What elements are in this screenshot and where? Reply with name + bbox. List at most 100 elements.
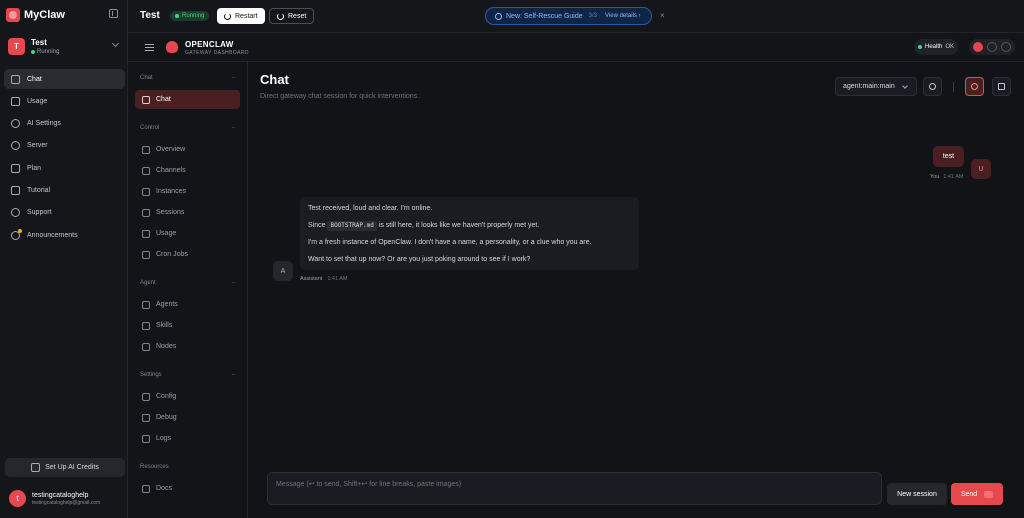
chevron-down-icon: [901, 82, 908, 89]
message-input[interactable]: Message (↩ to send, Shift+↩ for line bre…: [267, 472, 882, 505]
graduation-cap-icon: [11, 185, 20, 195]
status-dot-icon: [31, 49, 35, 54]
sub-item-sessions[interactable]: Sessions: [135, 203, 240, 222]
sidebar-collapse-icon[interactable]: [109, 9, 118, 18]
sub-item-docs[interactable]: Docs: [135, 479, 240, 498]
banner-text: New: Self-Rescue Guide: [506, 12, 583, 20]
nav-item-support[interactable]: Support: [4, 203, 125, 223]
assistant-line: Test received, loud and clear. I'm onlin…: [308, 205, 433, 212]
refresh-button[interactable]: [923, 77, 942, 96]
status-badge: Running: [170, 11, 210, 21]
broadcast-icon: [142, 187, 150, 196]
sub-item-channels[interactable]: Channels: [135, 161, 240, 180]
assistant-message-meta: Assistant 1:41 AM: [300, 276, 348, 282]
chat-icon: [11, 74, 20, 84]
collapse-caret-icon[interactable]: –: [232, 75, 235, 81]
collapse-caret-icon[interactable]: –: [232, 125, 235, 131]
openclaw-logo-icon: [166, 41, 178, 53]
focus-icon: [971, 83, 978, 90]
user-message-meta: You 1:41 AM: [930, 174, 964, 180]
new-session-button[interactable]: New session: [887, 483, 947, 505]
send-button[interactable]: Send: [951, 483, 1003, 505]
user-account[interactable]: t testingcataloghelp testingcataloghelp@…: [9, 490, 100, 507]
link-icon: [142, 166, 150, 175]
sub-item-config[interactable]: Config: [135, 387, 240, 406]
reset-button[interactable]: Reset: [269, 8, 315, 24]
folder-icon: [142, 300, 150, 309]
brand[interactable]: MyClaw: [6, 8, 65, 22]
focus-mode-button[interactable]: [965, 77, 984, 96]
main-nav: Chat Usage AI Settings Server Plan Tutor…: [4, 69, 125, 247]
nav-item-tutorial[interactable]: Tutorial: [4, 180, 125, 200]
nav-item-chat[interactable]: Chat: [4, 69, 125, 89]
sub-item-usage[interactable]: Usage: [135, 224, 240, 243]
gateway-header: OPENCLAW GATEWAY DASHBOARD Health OK: [128, 33, 1024, 62]
collapse-caret-icon[interactable]: –: [232, 280, 235, 286]
nav-item-server[interactable]: Server: [4, 136, 125, 156]
sub-item-instances[interactable]: Instances: [135, 182, 240, 201]
assistant-line: I'm a fresh instance of OpenClaw. I don'…: [308, 239, 592, 246]
user-name: testingcataloghelp: [32, 491, 89, 499]
top-bar: Test Running Restart Reset New: Self-Res…: [128, 0, 1024, 33]
brand-name: MyClaw: [24, 9, 65, 21]
nav-item-ai-settings[interactable]: AI Settings: [4, 114, 125, 134]
assistant-avatar: A: [273, 261, 293, 281]
bell-icon: [11, 228, 22, 240]
announcement-banner[interactable]: New: Self-Rescue Guide 3/3 View details …: [485, 7, 652, 25]
sparkle-icon: [11, 119, 20, 129]
sub-item-chat[interactable]: Chat: [135, 90, 240, 109]
status-dot-icon: [175, 14, 179, 18]
system-theme-icon[interactable]: [973, 42, 983, 52]
toolbar-divider: [953, 82, 954, 92]
assistant-line: Since BOOTSTRAP.md is still here, it loo…: [308, 221, 540, 231]
close-icon[interactable]: ×: [660, 11, 665, 20]
health-dot-icon: [918, 45, 922, 49]
bug-icon: [142, 413, 150, 422]
user-message-bubble: test: [933, 146, 964, 167]
monitor-icon: [142, 342, 150, 351]
info-icon: [495, 12, 502, 20]
workspace-switcher[interactable]: T Test Running: [8, 36, 120, 56]
avatar: t: [9, 490, 26, 507]
sun-icon[interactable]: [987, 42, 997, 52]
section-heading-resources: Resources: [140, 464, 169, 470]
assistant-line: Want to set that up now? Or are you just…: [308, 256, 531, 263]
bar-chart-icon: [142, 229, 150, 238]
app-sidebar: MyClaw T Test Running Chat Usage AI Sett…: [0, 0, 128, 518]
sub-item-overview[interactable]: Overview: [135, 140, 240, 159]
nav-item-usage[interactable]: Usage: [4, 91, 125, 111]
view-details-link[interactable]: View details ›: [605, 13, 641, 19]
section-heading-chat: Chat: [140, 75, 153, 81]
sub-item-cron-jobs[interactable]: Cron Jobs: [135, 245, 240, 264]
agent-select[interactable]: agent:main:main: [835, 77, 917, 96]
sub-item-nodes[interactable]: Nodes: [135, 337, 240, 356]
sub-item-logs[interactable]: Logs: [135, 429, 240, 448]
nav-item-announcements[interactable]: Announcements: [4, 225, 125, 245]
fullscreen-button[interactable]: [992, 77, 1011, 96]
page-title: Chat: [260, 72, 289, 87]
collapse-caret-icon[interactable]: –: [232, 372, 235, 378]
gateway-title: OPENCLAW: [185, 40, 234, 49]
overview-icon: [142, 145, 150, 154]
set-up-ai-credits-button[interactable]: Set Up AI Credits: [5, 458, 125, 477]
section-heading-settings: Settings: [140, 372, 162, 378]
menu-icon[interactable]: [145, 44, 154, 51]
theme-toggle[interactable]: [969, 39, 1015, 55]
gear-icon: [142, 392, 150, 401]
myclaw-logo-icon: [6, 8, 20, 22]
sub-item-debug[interactable]: Debug: [135, 408, 240, 427]
moon-icon[interactable]: [1001, 42, 1011, 52]
assistant-message-bubble: Test received, loud and clear. I'm onlin…: [300, 197, 639, 270]
workspace-avatar: T: [8, 37, 25, 55]
restart-button[interactable]: Restart: [217, 8, 265, 24]
sub-item-skills[interactable]: Skills: [135, 316, 240, 335]
sub-item-agents[interactable]: Agents: [135, 295, 240, 314]
enter-key-icon: [984, 490, 994, 498]
reset-icon: [277, 12, 284, 20]
user-email: testingcataloghelp@gmail.com: [32, 499, 101, 506]
refresh-icon: [929, 83, 936, 90]
gateway-subtitle: GATEWAY DASHBOARD: [185, 50, 249, 56]
workspace-name: Test: [31, 37, 47, 47]
nav-item-plan[interactable]: Plan: [4, 158, 125, 178]
instance-title: Test: [140, 10, 160, 21]
